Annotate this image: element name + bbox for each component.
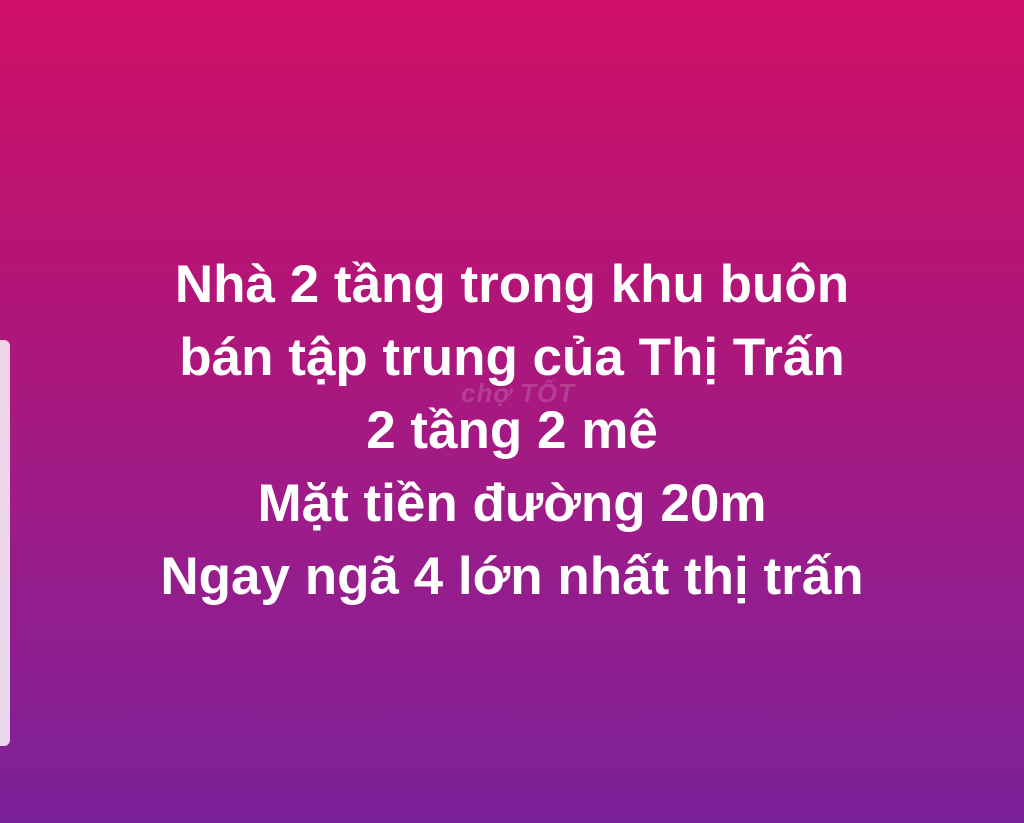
post-line-1: Nhà 2 tầng trong khu buôn — [174, 255, 850, 314]
post-line-5: Ngay ngã 4 lớn nhất thị trấn — [160, 547, 864, 606]
post-line-2: bán tập trung của Thị Trấn — [179, 328, 845, 387]
post-line-4: Mặt tiền đường 20m — [257, 474, 767, 533]
post-line-3: 2 tầng 2 mê — [366, 401, 658, 460]
post-text-block: Nhà 2 tầng trong khu buôn bán tập trung … — [0, 248, 1024, 613]
